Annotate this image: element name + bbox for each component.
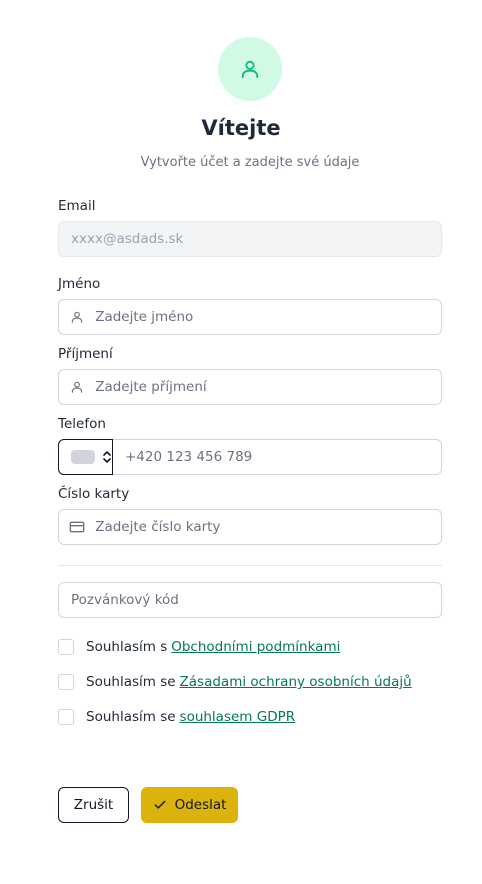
consent-gdpr: Souhlasím se souhlasem GDPR: [58, 709, 295, 725]
phone-label: Telefon: [58, 416, 106, 432]
consent-privacy-checkbox[interactable]: [58, 674, 74, 690]
country-select[interactable]: [58, 438, 113, 475]
consent-terms-text: Souhlasím s: [86, 639, 168, 655]
user-icon: [59, 380, 95, 394]
user-icon: [59, 310, 95, 324]
consent-terms-checkbox[interactable]: [58, 639, 74, 655]
consent-privacy: Souhlasím se Zásadami ochrany osobních ú…: [58, 674, 412, 690]
privacy-policy-link[interactable]: Zásadami ochrany osobních údajů: [180, 674, 412, 690]
card-field-wrapper: [58, 509, 442, 545]
page-title: Vítejte: [201, 116, 281, 140]
consent-privacy-text: Souhlasím se: [86, 674, 176, 690]
check-icon: [154, 800, 165, 809]
last-name-field-wrapper: [58, 369, 442, 405]
gdpr-link[interactable]: souhlasem GDPR: [180, 709, 296, 725]
chevron-updown-icon: [103, 450, 111, 463]
divider: [58, 565, 442, 566]
email-field-wrapper: [58, 221, 442, 257]
phone-field-wrapper: [58, 438, 442, 475]
first-name-field-wrapper: [58, 299, 442, 335]
invite-code-field-wrapper: [58, 582, 442, 618]
avatar: [218, 37, 282, 101]
phone-field[interactable]: [113, 440, 441, 474]
page-subtitle: Vytvořte účet a zadejte své údaje: [140, 155, 360, 170]
invite-code-field[interactable]: [59, 583, 441, 617]
credit-card-icon: [59, 520, 95, 534]
country-flag: [71, 449, 95, 464]
card-label: Číslo karty: [58, 486, 130, 502]
first-name-field[interactable]: [95, 300, 441, 334]
submit-button[interactable]: Odeslat: [141, 787, 238, 823]
email-field[interactable]: [59, 222, 441, 256]
card-number-field[interactable]: [95, 510, 441, 544]
terms-link[interactable]: Obchodními podmínkami: [171, 639, 340, 655]
consent-gdpr-text: Souhlasím se: [86, 709, 176, 725]
last-name-field[interactable]: [95, 370, 441, 404]
email-label: Email: [58, 198, 96, 214]
user-icon: [241, 60, 259, 79]
consent-gdpr-checkbox[interactable]: [58, 709, 74, 725]
last-name-label: Příjmení: [58, 346, 113, 362]
submit-button-label: Odeslat: [174, 797, 227, 813]
cancel-button[interactable]: Zrušit: [58, 787, 129, 823]
consent-terms: Souhlasím s Obchodními podmínkami: [58, 639, 340, 655]
first-name-label: Jméno: [58, 276, 101, 292]
